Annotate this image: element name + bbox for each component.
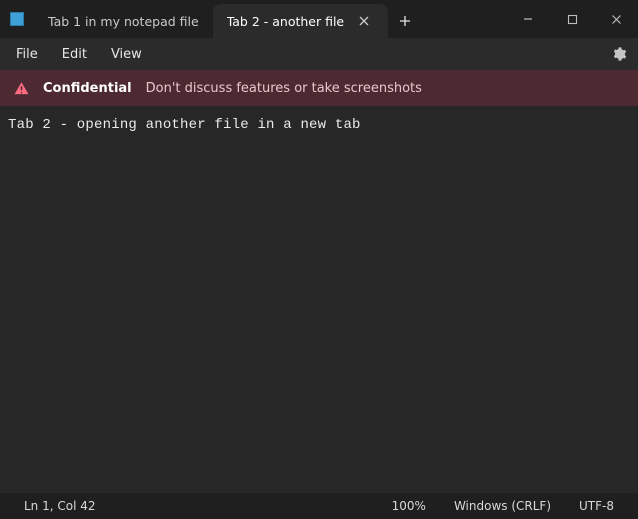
menu-edit[interactable]: Edit — [50, 43, 99, 66]
menu-view[interactable]: View — [99, 43, 154, 66]
status-line-ending[interactable]: Windows (CRLF) — [440, 493, 565, 519]
window-controls — [506, 0, 638, 38]
status-caret-position[interactable]: Ln 1, Col 42 — [10, 493, 110, 519]
title-bar: Tab 1 in my notepad file Tab 2 - another… — [0, 0, 638, 38]
notepad-icon — [10, 12, 24, 26]
tab-2-label: Tab 2 - another file — [227, 14, 344, 29]
banner-message: Don't discuss features or take screensho… — [146, 81, 422, 96]
settings-button[interactable] — [604, 39, 634, 69]
status-bar: Ln 1, Col 42 100% Windows (CRLF) UTF-8 — [0, 493, 638, 519]
window-close-button[interactable] — [594, 0, 638, 38]
close-icon — [611, 14, 622, 25]
app-icon — [0, 0, 34, 38]
tab-1[interactable]: Tab 1 in my notepad file — [34, 4, 213, 38]
tab-2[interactable]: Tab 2 - another file — [213, 4, 388, 38]
plus-icon — [399, 15, 411, 27]
status-zoom[interactable]: 100% — [378, 493, 440, 519]
maximize-button[interactable] — [550, 0, 594, 38]
titlebar-drag-region[interactable] — [422, 0, 506, 38]
status-encoding[interactable]: UTF-8 — [565, 493, 628, 519]
banner-title: Confidential — [43, 81, 132, 96]
tab-1-label: Tab 1 in my notepad file — [48, 14, 199, 29]
new-tab-button[interactable] — [388, 4, 422, 38]
text-editor[interactable]: Tab 2 - opening another file in a new ta… — [0, 106, 638, 493]
close-icon — [359, 16, 369, 26]
minimize-button[interactable] — [506, 0, 550, 38]
minimize-icon — [522, 13, 534, 25]
gear-icon — [611, 46, 627, 62]
menu-bar: File Edit View — [0, 38, 638, 70]
confidential-banner: Confidential Don't discuss features or t… — [0, 70, 638, 106]
maximize-icon — [567, 14, 578, 25]
close-tab-button[interactable] — [354, 11, 374, 31]
menu-file[interactable]: File — [4, 43, 50, 66]
warning-icon — [14, 81, 29, 96]
